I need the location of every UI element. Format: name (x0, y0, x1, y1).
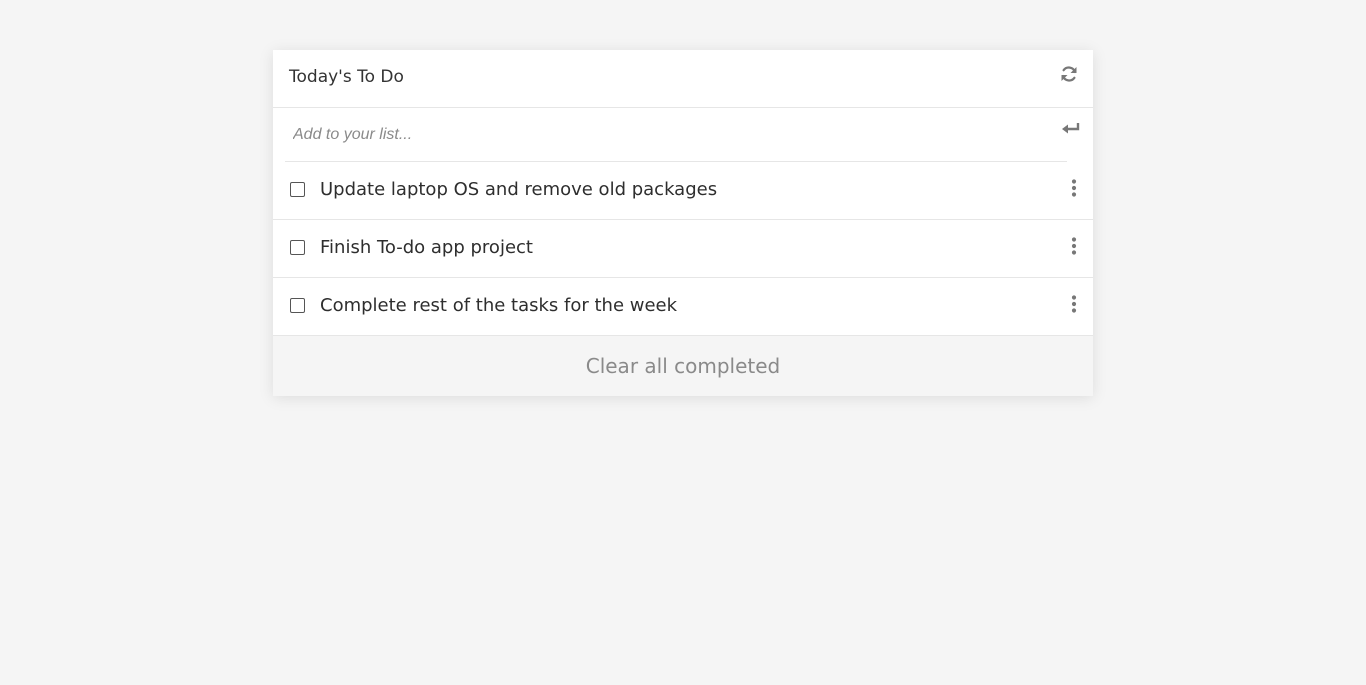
item-checkbox[interactable] (290, 182, 305, 197)
item-label: Update laptop OS and remove old packages (320, 179, 718, 200)
add-row (273, 108, 1093, 162)
list-item: Complete rest of the tasks for the week (273, 278, 1093, 336)
list-item: Finish To-do app project (273, 220, 1093, 278)
item-label: Finish To-do app project (320, 237, 533, 258)
more-vertical-icon[interactable] (1069, 178, 1079, 198)
more-vertical-icon[interactable] (1069, 294, 1079, 314)
more-vertical-icon[interactable] (1069, 236, 1079, 256)
item-checkbox[interactable] (290, 298, 305, 313)
item-checkbox[interactable] (290, 240, 305, 255)
card-header: Today's To Do (273, 50, 1093, 108)
clear-completed-button[interactable]: Clear all completed (273, 336, 1093, 396)
todo-card: Today's To Do Update laptop OS and remov… (273, 50, 1093, 396)
page-title: Today's To Do (289, 67, 404, 87)
item-label: Complete rest of the tasks for the week (320, 295, 678, 316)
add-item-input[interactable] (285, 108, 1067, 162)
enter-icon[interactable] (1061, 121, 1081, 137)
list-item: Update laptop OS and remove old packages (273, 162, 1093, 220)
refresh-icon[interactable] (1059, 64, 1079, 84)
